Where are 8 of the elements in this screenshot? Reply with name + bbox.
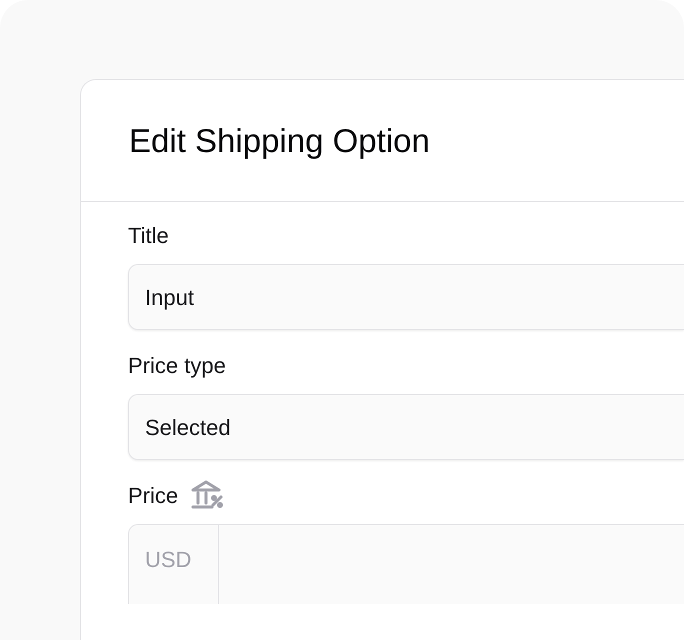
text-field[interactable]: Input [128, 264, 684, 330]
field-label: Price type [128, 352, 226, 380]
currency-prefix: USD [129, 525, 219, 604]
field-label: Price [128, 482, 178, 510]
field-label: Title [128, 222, 169, 250]
bank-percent-icon [190, 479, 224, 511]
select-field[interactable]: Selected [128, 394, 684, 460]
dialog-title: Edit Shipping Option [129, 120, 430, 161]
